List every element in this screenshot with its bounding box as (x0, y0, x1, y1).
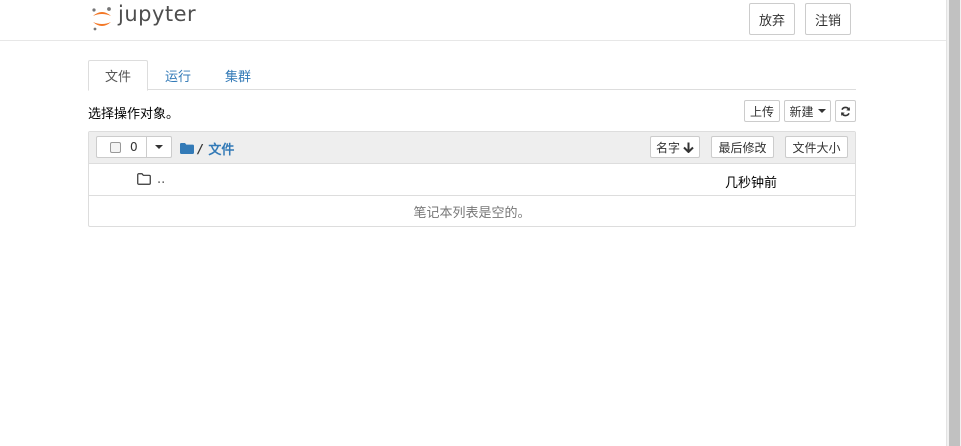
logout-button[interactable]: 注销 (805, 3, 851, 35)
new-button-label: 新建 (789, 104, 814, 119)
arrow-down-icon (683, 142, 694, 153)
select-all-checkbox[interactable] (110, 141, 121, 153)
logo-text: jupyter (118, 2, 197, 26)
quit-button[interactable]: 放弃 (749, 3, 795, 35)
file-list-header: 0 / 文件 名字 最后修改 文件大小 (89, 132, 855, 164)
selected-count: 0 (130, 140, 138, 154)
caret-down-icon (817, 109, 826, 113)
refresh-icon (841, 106, 850, 116)
select-menu-toggle[interactable] (147, 137, 171, 157)
jupyter-logo[interactable]: jupyter (91, 2, 197, 34)
folder-icon[interactable] (180, 143, 194, 154)
select-all-dropdown[interactable]: 0 (96, 136, 172, 158)
parent-dir-link[interactable]: .. (157, 172, 165, 187)
empty-list-message: 笔记本列表是空的。 (413, 206, 531, 221)
vertical-scrollbar[interactable] (946, 0, 961, 446)
breadcrumb: / 文件 (180, 139, 234, 158)
tab-files[interactable]: 文件 (88, 60, 149, 91)
tab-bar: 文件 运行 集群 (88, 60, 856, 91)
breadcrumb-separator: / (198, 141, 203, 156)
sort-by-size-button[interactable]: 文件大小 (785, 136, 848, 158)
caret-down-icon (155, 145, 163, 149)
scrollbar-thumb[interactable] (949, 0, 960, 446)
top-header: jupyter 放弃 注销 (0, 0, 946, 41)
parent-dir-modified: 几秒钟前 (725, 176, 778, 191)
upload-button[interactable]: 上传 (744, 100, 780, 122)
jupyter-logo-icon (92, 7, 111, 31)
tab-running[interactable]: 运行 (149, 60, 207, 90)
new-dropdown-button[interactable]: 新建 (784, 100, 831, 122)
sort-by-modified-button[interactable]: 最后修改 (711, 136, 774, 158)
tab-clusters[interactable]: 集群 (209, 60, 267, 90)
breadcrumb-current[interactable]: 文件 (208, 139, 234, 158)
sort-name-label: 名字 (655, 140, 680, 155)
folder-outline-icon (137, 173, 151, 185)
refresh-button[interactable] (835, 100, 856, 122)
select-hint-text: 选择操作对象。 (88, 107, 180, 122)
select-all-toggle[interactable]: 0 (97, 137, 147, 157)
file-list: 0 / 文件 名字 最后修改 文件大小 .. 几秒钟前 笔记本列表是空的。 (88, 131, 856, 227)
list-item-parent-dir[interactable]: .. 几秒钟前 (89, 164, 855, 196)
sort-by-name-button[interactable]: 名字 (650, 136, 700, 158)
